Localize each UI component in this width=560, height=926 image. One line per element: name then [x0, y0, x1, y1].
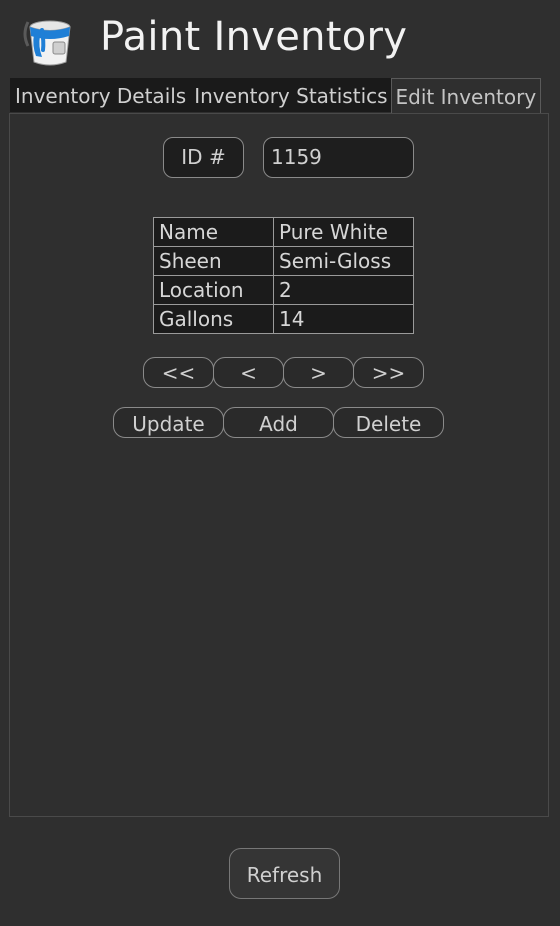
- delete-button[interactable]: Delete: [333, 407, 444, 438]
- refresh-button[interactable]: Refresh: [229, 848, 340, 899]
- last-record-button[interactable]: >>: [353, 357, 424, 388]
- tab-bar: Inventory Details Inventory Statistics E…: [10, 78, 542, 114]
- field-label-gallons: Gallons: [153, 304, 274, 334]
- app-header: Paint Inventory: [0, 0, 560, 78]
- field-label-name: Name: [153, 217, 274, 247]
- table-row: Gallons 14: [153, 304, 414, 334]
- id-input[interactable]: 1159: [263, 137, 414, 178]
- first-record-button[interactable]: <<: [143, 357, 214, 388]
- table-row: Name Pure White: [153, 217, 414, 247]
- gallons-field[interactable]: 14: [273, 304, 414, 334]
- table-row: Sheen Semi-Gloss: [153, 246, 414, 276]
- app-title: Paint Inventory: [100, 14, 408, 60]
- name-field[interactable]: Pure White: [273, 217, 414, 247]
- table-row: Location 2: [153, 275, 414, 305]
- paint-bucket-icon: [23, 20, 71, 66]
- id-label: ID #: [163, 137, 244, 178]
- tab-inventory-details[interactable]: Inventory Details: [10, 78, 190, 112]
- previous-record-button[interactable]: <: [213, 357, 284, 388]
- sheen-field[interactable]: Semi-Gloss: [273, 246, 414, 276]
- add-button[interactable]: Add: [223, 407, 334, 438]
- record-fields-table: Name Pure White Sheen Semi-Gloss Locatio…: [153, 217, 414, 334]
- field-label-location: Location: [153, 275, 274, 305]
- tab-edit-inventory[interactable]: Edit Inventory: [390, 78, 542, 114]
- location-field[interactable]: 2: [273, 275, 414, 305]
- tab-inventory-statistics[interactable]: Inventory Statistics: [189, 78, 391, 112]
- update-button[interactable]: Update: [113, 407, 224, 438]
- field-label-sheen: Sheen: [153, 246, 274, 276]
- next-record-button[interactable]: >: [283, 357, 354, 388]
